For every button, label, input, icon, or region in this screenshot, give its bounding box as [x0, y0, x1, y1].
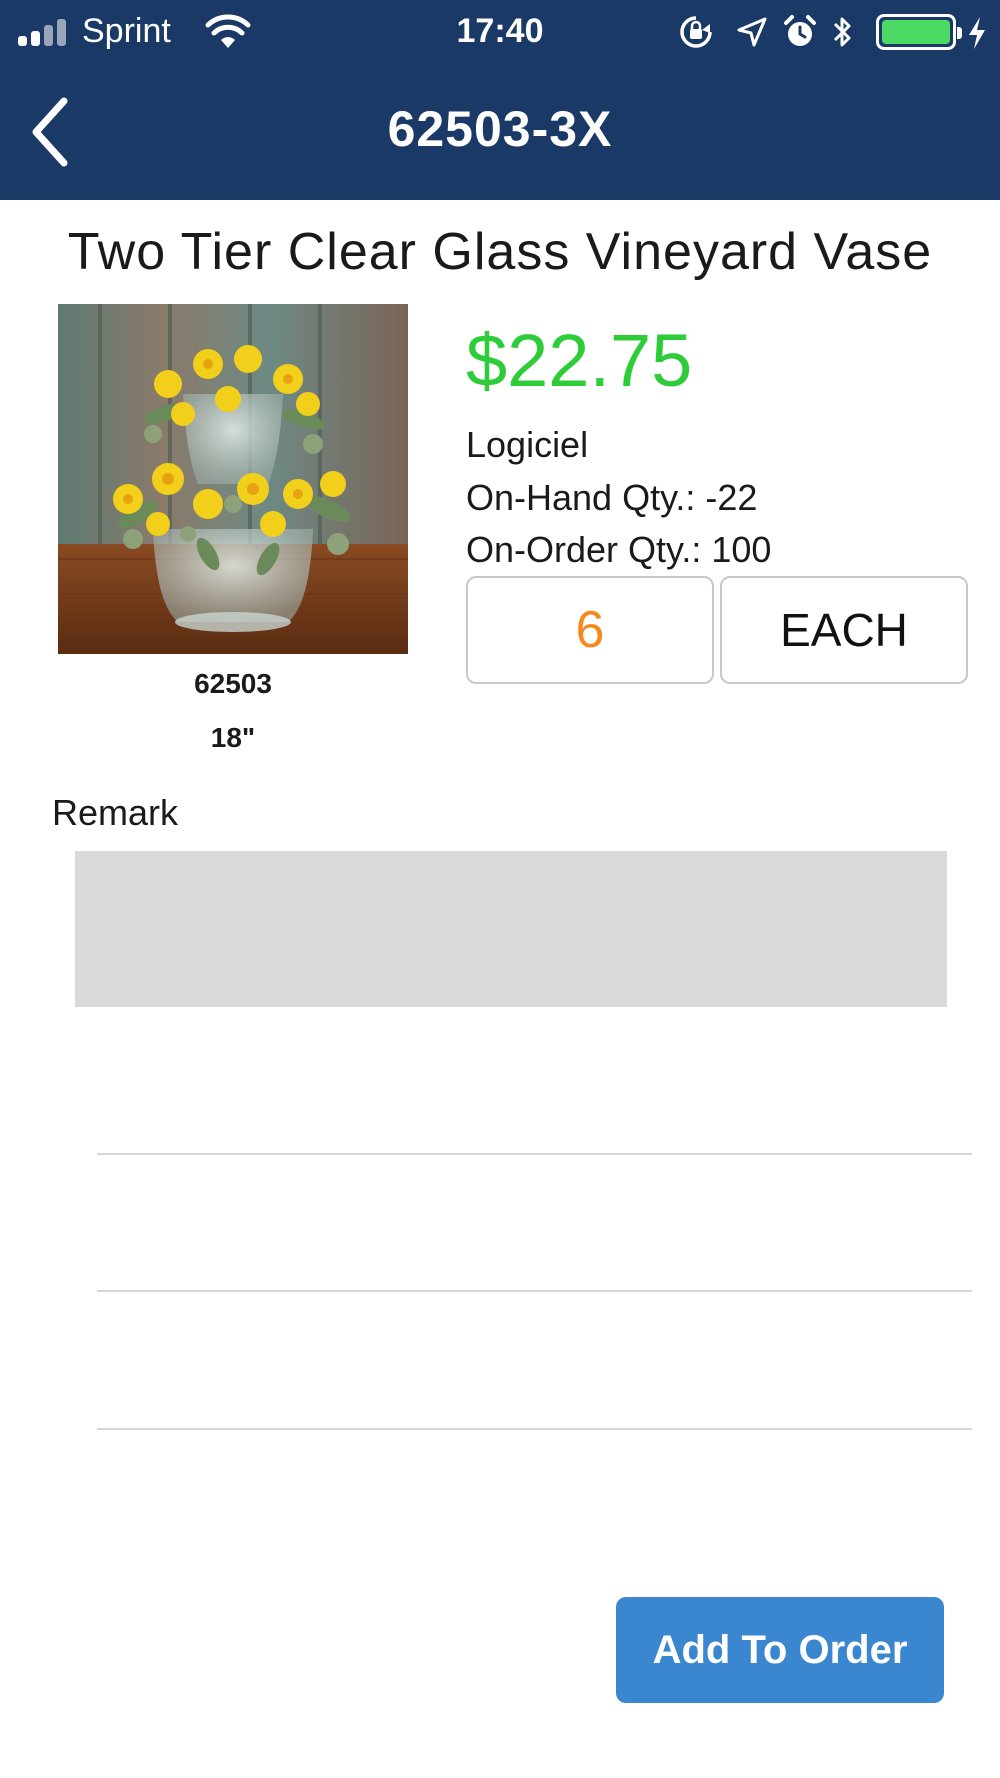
bluetooth-icon — [833, 17, 851, 47]
charging-icon — [969, 17, 985, 49]
remark-label: Remark — [52, 792, 179, 833]
alarm-icon — [784, 15, 816, 46]
unit-selector[interactable]: EACH — [720, 576, 968, 684]
divider — [97, 1153, 972, 1155]
vendor-name: Logiciel — [466, 424, 589, 465]
page-title: 62503-3X — [387, 101, 613, 157]
product-price: $22.75 — [466, 319, 693, 402]
divider — [97, 1290, 972, 1292]
image-caption-size: 18" — [210, 722, 256, 753]
rotation-lock-icon — [680, 16, 712, 48]
on-order-qty: On-Order Qty.: 100 — [466, 529, 772, 570]
top-bar: Sprint 17:40 62503-3X — [0, 0, 1000, 200]
image-caption-sku: 62503 — [194, 668, 272, 699]
battery-icon — [876, 14, 962, 50]
divider — [97, 1428, 972, 1430]
product-title: Two Tier Clear Glass Vineyard Vase — [67, 223, 933, 281]
quantity-field[interactable]: 6 — [466, 576, 714, 684]
location-icon — [737, 17, 767, 47]
on-hand-qty: On-Hand Qty.: -22 — [466, 477, 758, 518]
status-bar: Sprint 17:40 — [0, 0, 1000, 64]
remark-input[interactable] — [75, 851, 947, 1007]
add-to-order-button[interactable]: Add To Order — [616, 1597, 944, 1703]
vase-photo — [58, 304, 408, 654]
product-image[interactable] — [58, 304, 408, 654]
